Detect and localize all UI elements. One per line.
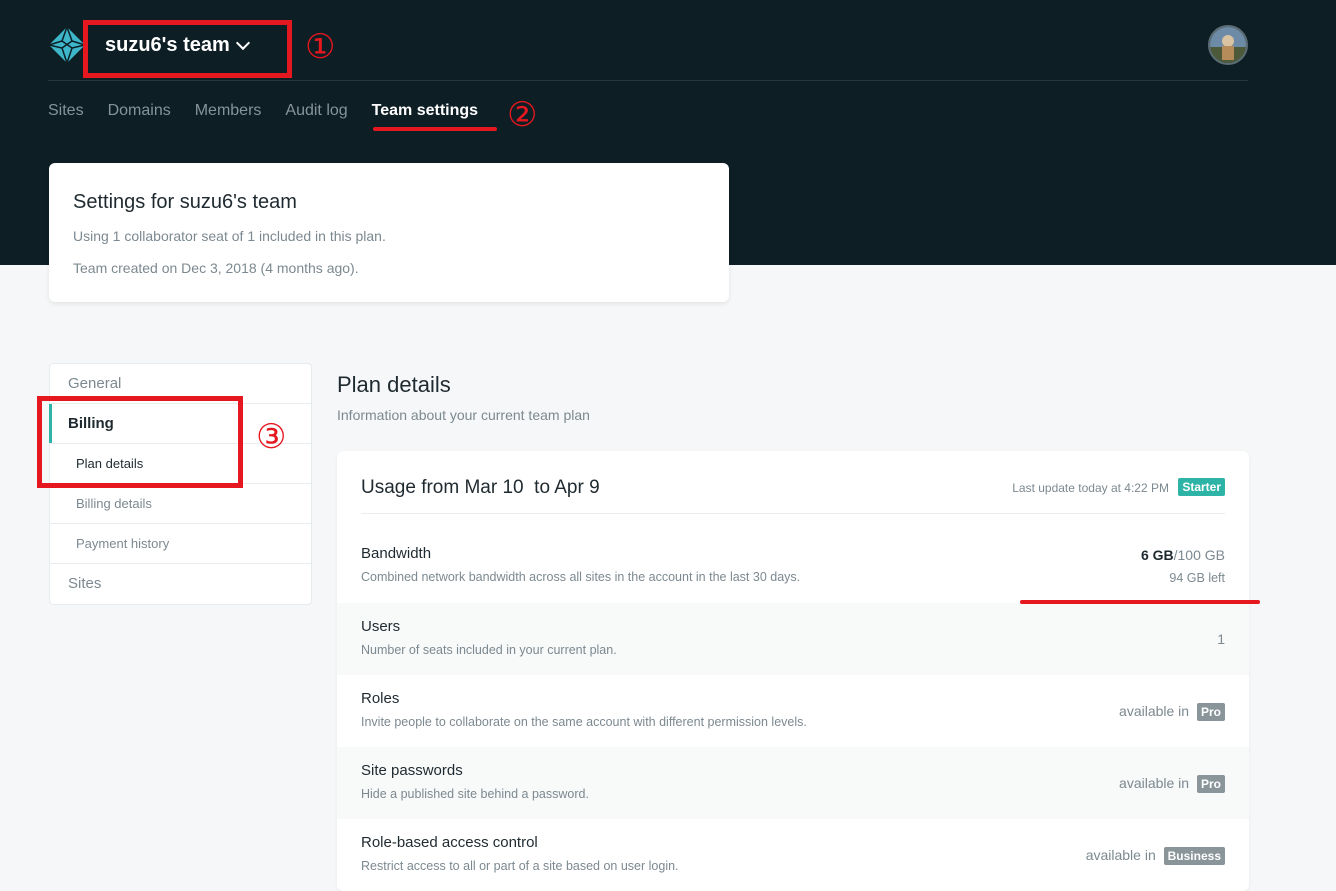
roles-availability: available in Pro (1119, 703, 1225, 721)
usage-heading: Usage from Mar 10 to Apr 9 (361, 477, 600, 498)
usage-row-roles: Roles Invite people to collaborate on th… (337, 675, 1249, 747)
annotation-number-2: ② (507, 96, 538, 134)
last-update-text: Last update today at 4:22 PM (1012, 481, 1169, 495)
annotation-underline-team-settings (373, 127, 497, 131)
rbac-availability: available in Business (1086, 847, 1225, 865)
nav-sites[interactable]: Sites (48, 101, 84, 121)
users-count: 1 (1217, 631, 1225, 647)
usage-divider (361, 513, 1225, 514)
nav-audit-log[interactable]: Audit log (285, 101, 347, 121)
row-title: Bandwidth (361, 545, 432, 562)
availability-text: available in (1085, 847, 1156, 863)
availability-text: available in (1119, 775, 1190, 791)
row-description: Restrict access to all or part of a site… (361, 859, 679, 873)
nav-domains[interactable]: Domains (108, 101, 171, 121)
annotation-number-3: ③ (256, 418, 287, 456)
header-divider (48, 80, 1248, 81)
team-created-text: Team created on Dec 3, 2018 (4 months ag… (73, 260, 359, 276)
avatar-image-icon (1210, 27, 1246, 63)
sidebar-item-payment-history[interactable]: Payment history (50, 524, 311, 564)
seat-usage-text: Using 1 collaborator seat of 1 included … (73, 228, 386, 244)
row-description: Invite people to collaborate on the same… (361, 715, 807, 729)
usage-card: Usage from Mar 10 to Apr 9 Last update t… (337, 451, 1249, 891)
avatar[interactable] (1208, 25, 1248, 65)
row-title: Role-based access control (361, 834, 538, 851)
row-description: Combined network bandwidth across all si… (361, 570, 801, 584)
usage-row-users: Users Number of seats included in your c… (337, 603, 1249, 675)
row-title: Roles (361, 690, 400, 707)
plan-tier-badge: Pro (1196, 775, 1225, 793)
row-title: Site passwords (361, 762, 463, 779)
bandwidth-usage: 6 GB/100 GB (1141, 547, 1225, 563)
annotation-box-billing (37, 396, 243, 488)
settings-title: Settings for suzu6's team (73, 191, 297, 213)
sidebar-item-billing-details[interactable]: Billing details (50, 484, 311, 524)
plan-tier-badge: Business (1163, 847, 1225, 865)
annotation-number-1: ① (305, 28, 336, 66)
annotation-underline-bandwidth (1020, 600, 1260, 604)
page-subtitle: Information about your current team plan (337, 407, 590, 423)
row-description: Hide a published site behind a password. (361, 787, 589, 801)
usage-row-bandwidth: Bandwidth Combined network bandwidth acr… (337, 535, 1249, 607)
row-description: Number of seats included in your current… (361, 643, 617, 657)
bandwidth-used: 6 GB (1140, 547, 1174, 563)
main-nav: Sites Domains Members Audit log Team set… (48, 101, 502, 121)
sidebar-item-sites[interactable]: Sites (50, 564, 311, 604)
nav-team-settings[interactable]: Team settings (372, 101, 478, 121)
annotation-box-team (83, 20, 292, 78)
page-title: Plan details (337, 372, 451, 397)
row-title: Users (361, 618, 401, 635)
site-passwords-availability: available in Pro (1119, 775, 1225, 793)
team-settings-card: Settings for suzu6's team Using 1 collab… (49, 163, 729, 302)
availability-text: available in (1119, 703, 1190, 719)
plan-tier-badge: Pro (1196, 703, 1225, 721)
usage-row-site-passwords: Site passwords Hide a published site beh… (337, 747, 1249, 819)
plan-badge: Starter (1178, 478, 1225, 496)
nav-members[interactable]: Members (195, 101, 262, 121)
netlify-logo-icon[interactable] (48, 26, 86, 64)
usage-row-role-based-access: Role-based access control Restrict acces… (337, 819, 1249, 891)
bandwidth-total: /100 GB (1173, 547, 1225, 563)
bandwidth-left: 94 GB left (1169, 571, 1225, 585)
